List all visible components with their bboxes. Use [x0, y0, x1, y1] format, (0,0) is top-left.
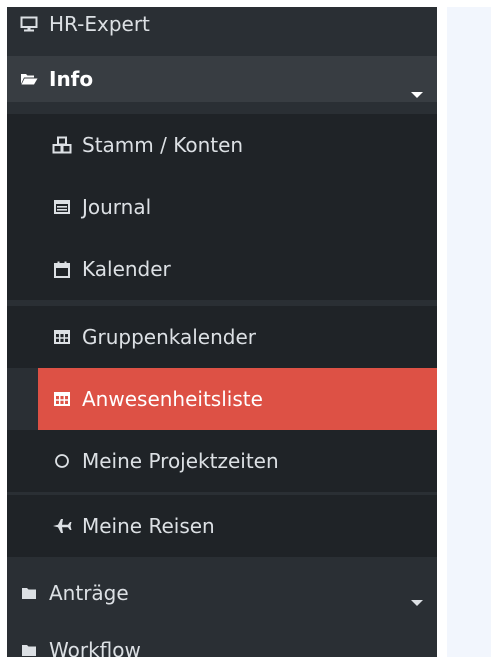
- list-alt-icon: [52, 197, 72, 217]
- table-icon: [52, 327, 72, 347]
- sidebar-item-label: Info: [49, 67, 94, 91]
- sidebar-item-label: Kalender: [82, 257, 171, 281]
- folder-icon: [19, 640, 39, 657]
- sidebar-item-antraege[interactable]: Anträge: [7, 570, 437, 616]
- sidebar-subitem-meine-projektzeiten[interactable]: Meine Projektzeiten: [7, 430, 437, 492]
- sidebar-item-label: Workflow: [49, 638, 141, 657]
- plane-icon: [52, 516, 72, 536]
- monitor-icon: [19, 14, 39, 34]
- sidebar-item-label: Meine Reisen: [82, 514, 215, 538]
- folder-open-icon: [19, 69, 39, 89]
- table-icon: [52, 389, 72, 409]
- cubes-icon: [52, 135, 72, 155]
- sidebar-item-workflow[interactable]: Workflow: [7, 627, 437, 657]
- main-content-area: [447, 7, 491, 657]
- sidebar-subitem-kalender[interactable]: Kalender: [7, 238, 437, 300]
- sidebar-subitem-meine-reisen[interactable]: Meine Reisen: [7, 495, 437, 557]
- sidebar-subitem-stamm-konten[interactable]: Stamm / Konten: [7, 114, 437, 176]
- sidebar-item-label: Gruppenkalender: [82, 325, 257, 349]
- circle-icon: [52, 451, 72, 471]
- sidebar-item-info[interactable]: Info: [7, 56, 437, 102]
- chevron-down-icon: [411, 600, 423, 606]
- sidebar: HR-Expert Info Stamm / Konten Journal Ka…: [7, 7, 437, 657]
- sidebar-item-label: Meine Projektzeiten: [82, 449, 279, 473]
- sidebar-subitem-gruppenkalender[interactable]: Gruppenkalender: [7, 306, 437, 368]
- sidebar-item-label: Stamm / Konten: [82, 133, 244, 157]
- sidebar-item-label: Anwesenheitsliste: [82, 387, 263, 411]
- folder-icon: [19, 583, 39, 603]
- chevron-down-icon: [411, 92, 423, 98]
- calendar-icon: [52, 259, 72, 279]
- sidebar-item-label: Anträge: [49, 581, 129, 605]
- sidebar-subitem-journal[interactable]: Journal: [7, 176, 437, 238]
- sidebar-item-label: HR-Expert: [49, 12, 150, 36]
- sidebar-item-hr-expert[interactable]: HR-Expert: [7, 7, 437, 47]
- sidebar-item-label: Journal: [82, 195, 152, 219]
- sidebar-subitem-anwesenheitsliste[interactable]: Anwesenheitsliste: [38, 368, 437, 430]
